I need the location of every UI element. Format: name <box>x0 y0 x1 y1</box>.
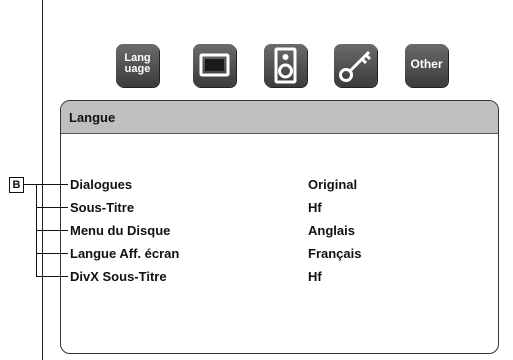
key-icon <box>339 50 372 82</box>
setting-label-subtitles[interactable]: Sous-Titre <box>70 200 134 215</box>
setting-value-subtitles[interactable]: Hf <box>308 200 322 215</box>
callout-tick <box>36 253 68 254</box>
tab-other[interactable]: Other <box>405 44 448 87</box>
tab-lock[interactable] <box>334 44 377 87</box>
monitor-icon <box>199 53 230 77</box>
tab-audio[interactable] <box>264 44 307 87</box>
setting-value-osd-language[interactable]: Français <box>308 246 361 261</box>
setting-label-osd-language[interactable]: Langue Aff. écran <box>70 246 179 261</box>
tab-display[interactable] <box>193 44 236 87</box>
speaker-icon <box>274 47 297 84</box>
setting-value-divx-subtitle[interactable]: Hf <box>308 269 322 284</box>
callout-tick <box>36 207 68 208</box>
callout-tick <box>36 230 68 231</box>
callout-connector <box>24 184 36 185</box>
panel-title: Langue <box>69 110 116 125</box>
setting-value-disc-menu[interactable]: Anglais <box>308 223 355 238</box>
tab-language[interactable]: Lang uage <box>116 44 159 87</box>
panel-header <box>61 101 498 134</box>
setting-label-divx-subtitle[interactable]: DivX Sous-Titre <box>70 269 167 284</box>
callout-label: B <box>9 177 24 193</box>
setting-label-dialogues[interactable]: Dialogues <box>70 177 132 192</box>
setting-value-dialogues[interactable]: Original <box>308 177 357 192</box>
tab-language-label: Lang uage <box>124 52 151 75</box>
tab-other-label: Other <box>410 57 443 71</box>
setting-label-disc-menu[interactable]: Menu du Disque <box>70 223 170 238</box>
page-frame-line <box>42 0 43 360</box>
callout-tick <box>36 184 68 185</box>
callout-tick <box>36 276 68 277</box>
